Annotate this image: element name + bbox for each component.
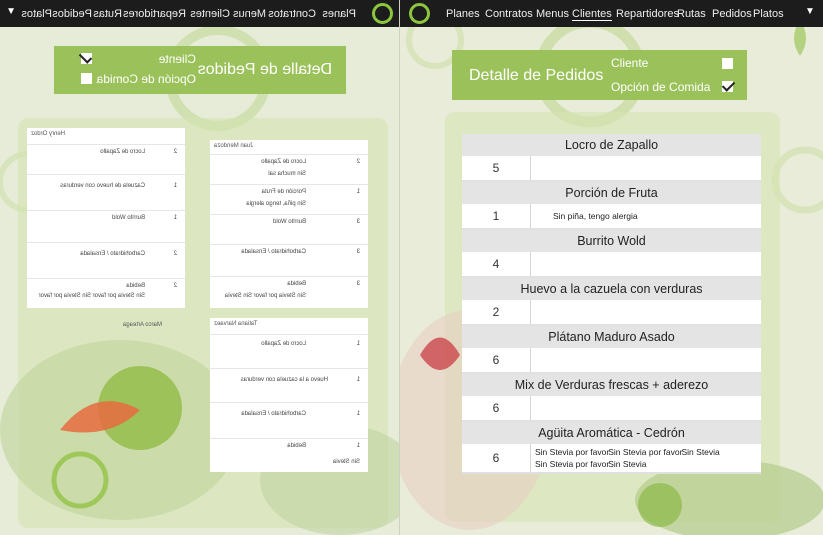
quantity-cell[interactable]: 6 <box>462 444 531 472</box>
notes-cell[interactable] <box>531 300 761 324</box>
column-row: 1 Huevo a la cazuela con verduras <box>210 368 368 403</box>
nav-rutas[interactable]: Rutas <box>677 8 706 20</box>
mirrored-view: Planes Contratos Menus Clientes Repartid… <box>0 0 400 535</box>
order-block: Porción de Fruta 1 Sin piña, tengo alerg… <box>462 182 761 230</box>
column-client-3: Tatiana Narvaez <box>214 321 258 327</box>
note-text: Sin Stevia por favor <box>535 447 610 457</box>
column-card-2: Henry Ordoz 2 Locro de Zapallo 1 Cazuela… <box>27 128 185 309</box>
order-block: Burrito Wold 4 <box>462 230 761 278</box>
nav-contratos[interactable]: Contratos <box>485 8 533 20</box>
quantity-cell[interactable]: 4 <box>462 252 531 276</box>
dish-name: Locro de Zapallo <box>462 134 761 156</box>
order-row: 2 <box>462 300 761 326</box>
nav-menus[interactable]: Menus <box>536 8 569 20</box>
opcion-comida-checkbox[interactable] <box>722 81 733 92</box>
note-text: Sin piña, tengo alergia <box>553 211 638 221</box>
notes-cell[interactable] <box>531 156 761 180</box>
nav-repartidores[interactable]: Repartidores <box>616 8 679 20</box>
dish-name: Porción de Fruta <box>462 182 761 204</box>
column-row: 1 Locro de Zapallo <box>210 334 368 369</box>
column-row: 2 Carbohidrato / Ensalada <box>27 242 185 279</box>
dish-name: Huevo a la cazuela con verduras <box>462 278 761 300</box>
column-client-2: Henry Ordoz <box>31 131 66 137</box>
order-block: Locro de Zapallo 5 <box>462 134 761 182</box>
column-card-1: Juan Mendoza 2 Locro de Zapallo Sin much… <box>210 140 368 309</box>
menu-caret-icon[interactable]: ▼ <box>805 6 815 17</box>
note-text: Sin Stevia por favor <box>535 459 610 469</box>
note-text: Sin Stevia por favor <box>608 447 683 457</box>
column-row: 1 Porción de Fruta Sin piña, tengo alerg… <box>210 184 368 215</box>
nav-pedidos[interactable]: Pedidos <box>712 8 752 20</box>
nav-platos[interactable]: Platos <box>753 8 784 20</box>
column-row: 3 Bebida Sin Stevia por favor Sin Stevia <box>210 276 368 309</box>
column-row: 3 Burrito Wold <box>210 214 368 245</box>
quantity-cell[interactable]: 5 <box>462 156 531 180</box>
column-row: 1 Cazuela de huevo con verduras <box>27 174 185 211</box>
logo-icon[interactable] <box>409 3 430 24</box>
nav-planes[interactable]: Planes <box>446 8 480 20</box>
dish-name: Burrito Wold <box>462 230 761 252</box>
main-view: Planes Contratos Menus Clientes Repartid… <box>400 0 823 535</box>
order-row: 5 <box>462 156 761 182</box>
orders-table: Locro de Zapallo 5 Porción de Fruta 1 Si… <box>462 134 761 474</box>
quantity-cell[interactable]: 6 <box>462 396 531 420</box>
order-row: 6 Sin Stevia por favor Sin Stevia por fa… <box>462 444 761 474</box>
notes-cell[interactable] <box>531 252 761 276</box>
column-row: 2 Bebida Sin Stevia por favor Sin Stevia… <box>27 278 185 309</box>
quantity-cell[interactable]: 6 <box>462 348 531 372</box>
note-text: Sin Stevia <box>681 447 720 457</box>
order-row: 6 <box>462 396 761 422</box>
cliente-checkbox[interactable] <box>722 58 733 69</box>
column-row: 1 Burrito Wold <box>27 210 185 243</box>
quantity-cell[interactable]: 2 <box>462 300 531 324</box>
order-block: Plátano Maduro Asado 6 <box>462 326 761 374</box>
column-client-1: Juan Mendoza <box>214 143 254 149</box>
column-card-3: Tatiana Narvaez 1 Locro de Zapallo 1 Hue… <box>210 318 368 473</box>
column-row: 1 Carbohidrato / Ensalada <box>210 402 368 439</box>
notes-cell[interactable] <box>531 396 761 420</box>
order-row: 4 <box>462 252 761 278</box>
order-row: 1 Sin piña, tengo alergia <box>462 204 761 230</box>
dish-name: Agüita Aromática - Cedrón <box>462 422 761 444</box>
column-row: 1 Bebida Sin Stevia <box>210 438 368 473</box>
dish-name: Mix de Verduras frescas + aderezo <box>462 374 761 396</box>
header-panel: Detalle de Pedidos Cliente Opción de Com… <box>452 50 747 100</box>
opcion-comida-label: Opción de Comida <box>611 80 711 94</box>
order-row: 6 <box>462 348 761 374</box>
extra-client-label: Marco Arteaga <box>122 322 162 328</box>
notes-cell[interactable] <box>531 348 761 372</box>
cliente-label: Cliente <box>611 56 649 70</box>
top-nav: Planes Contratos Menus Clientes Repartid… <box>400 0 823 27</box>
column-row: 3 Carbohidrato / Ensalada <box>210 244 368 277</box>
quantity-cell[interactable]: 1 <box>462 204 531 228</box>
page-title: Detalle de Pedidos <box>469 67 604 84</box>
note-text: Sin Stevia <box>608 459 647 469</box>
mirrored-columns: Juan Mendoza 2 Locro de Zapallo Sin much… <box>0 0 400 535</box>
nav-clientes[interactable]: Clientes <box>572 8 612 21</box>
order-block: Huevo a la cazuela con verduras 2 <box>462 278 761 326</box>
order-block: Mix de Verduras frescas + aderezo 6 <box>462 374 761 422</box>
notes-cell[interactable]: Sin Stevia por favor Sin Stevia por favo… <box>531 444 761 472</box>
column-row: 2 Locro de Zapallo Sin mucha sal <box>210 154 368 185</box>
dish-name: Plátano Maduro Asado <box>462 326 761 348</box>
order-block: Agüita Aromática - Cedrón 6 Sin Stevia p… <box>462 422 761 474</box>
column-row: 2 Locro de Zapallo <box>27 144 185 175</box>
notes-cell[interactable]: Sin piña, tengo alergia <box>531 204 761 228</box>
